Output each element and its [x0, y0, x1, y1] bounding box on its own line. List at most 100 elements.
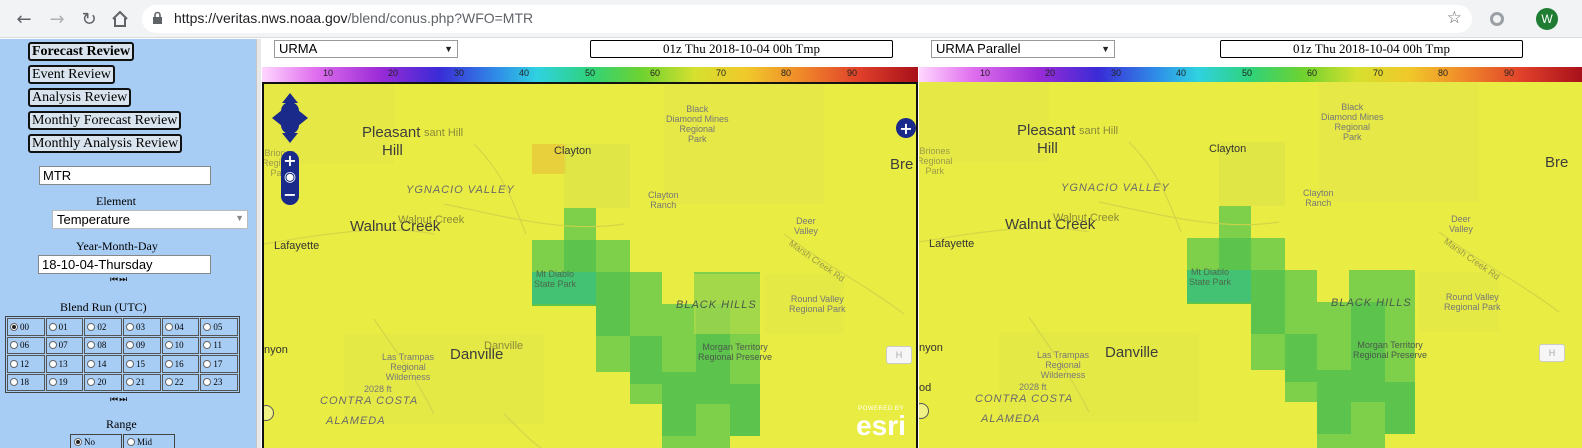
zoom-in-icon[interactable]: + — [281, 151, 299, 170]
pan-control[interactable] — [272, 93, 308, 143]
blend-run-option[interactable]: 13 — [45, 355, 84, 373]
radio-icon — [48, 359, 57, 368]
pan-arrows-icon — [272, 93, 308, 143]
map-label-black-diamond: Black Diamond Mines Regional Park — [666, 104, 729, 144]
colorbar-tick: 60 — [649, 68, 661, 78]
blend-run-option[interactable]: 03 — [123, 318, 161, 336]
map-label-walnut-creek-faint: Walnut Creek — [398, 214, 465, 226]
right-map[interactable]: Pleasant Hill sant Hill Clayton YGNACIO … — [919, 82, 1582, 448]
run-step-arrows-icon[interactable]: ⏮⏭ — [110, 395, 128, 405]
blend-run-option[interactable]: 02 — [84, 318, 122, 336]
layer-switcher-icon[interactable]: + — [896, 118, 916, 138]
map-label-las-trampas: Las Trampas Regional Wilderness — [382, 352, 435, 382]
extension-icon[interactable] — [1490, 12, 1504, 26]
blend-run-label: 04 — [174, 321, 184, 332]
left-map[interactable]: Pleasant Hill sant Hill Clayton YGNACIO … — [262, 82, 918, 448]
map-label-canyon: nyon — [264, 344, 288, 356]
map-label-od: od — [919, 382, 932, 394]
blend-run-option[interactable]: 07 — [45, 336, 84, 354]
blend-run-option[interactable]: 01 — [45, 318, 84, 336]
map-label-clayton-ranch: Clayton Ranch — [648, 190, 679, 210]
map-label-clayton: Clayton — [1209, 143, 1247, 155]
date-step-arrows-icon[interactable]: ⏮⏭ — [110, 275, 128, 285]
right-model-select[interactable]: URMA Parallel ▼ — [931, 40, 1115, 58]
radio-icon — [126, 378, 134, 387]
colorbar-tick: 10 — [322, 68, 334, 78]
left-model-value: URMA — [279, 41, 318, 56]
blend-run-label: 03 — [136, 321, 145, 332]
history-button[interactable]: H — [1539, 344, 1565, 362]
map-label-contra-costa: CONTRA COSTA — [975, 393, 1074, 405]
blend-run-option[interactable]: 14 — [84, 355, 122, 373]
bookmark-star-icon[interactable]: ☆ — [1447, 8, 1462, 28]
blend-run-option[interactable]: 21 — [123, 373, 161, 391]
event-review-button[interactable]: Event Review — [28, 65, 115, 84]
blend-run-option[interactable]: 22 — [161, 373, 200, 391]
range-option-no[interactable]: No — [70, 434, 122, 448]
blend-run-option[interactable]: 17 — [200, 355, 238, 373]
blend-run-label: 11 — [213, 340, 222, 351]
left-model-select[interactable]: URMA ▼ — [274, 40, 458, 58]
blend-run-option[interactable]: 08 — [84, 336, 122, 354]
radio-icon — [10, 322, 18, 331]
blend-run-label: 22 — [174, 377, 184, 388]
right-valid-time: 01z Thu 2018-10-04 00h Tmp — [1220, 40, 1523, 58]
blend-run-label: 23 — [213, 377, 223, 388]
range-option-mid[interactable]: Mid — [123, 434, 175, 448]
zoom-out-icon[interactable]: − — [281, 185, 299, 204]
address-bar[interactable]: https://veritas.nws.noaa.gov/blend/conus… — [142, 5, 1472, 33]
forecast-review-button[interactable]: Forecast Review — [28, 42, 135, 61]
map-label-ygnacio-valley: YGNACIO VALLEY — [1061, 182, 1170, 194]
radio-icon — [203, 378, 212, 387]
blend-run-option[interactable]: 10 — [161, 336, 200, 354]
blend-run-option[interactable]: 23 — [200, 373, 238, 391]
map-label-hill: Hill — [382, 142, 403, 159]
reload-icon[interactable]: ↻ — [77, 7, 101, 31]
profile-avatar[interactable]: W — [1536, 8, 1558, 30]
blend-run-option[interactable]: 11 — [200, 336, 238, 354]
blend-run-option[interactable]: 15 — [123, 355, 161, 373]
map-label-black-hills: BLACK HILLS — [1331, 297, 1412, 309]
globe-icon[interactable]: ◉ — [281, 169, 299, 185]
analysis-review-button[interactable]: Analysis Review — [28, 88, 132, 107]
forward-arrow-icon[interactable]: → — [45, 7, 69, 31]
blend-run-option[interactable]: 09 — [123, 336, 161, 354]
element-select[interactable]: Temperature ▼ — [52, 210, 248, 229]
date-input[interactable]: 18-10-04-Thursday — [38, 255, 211, 274]
blend-run-option[interactable]: 16 — [161, 355, 200, 373]
map-label-morgan-territory: Morgan Territory Regional Preserve — [1353, 340, 1428, 360]
map-label-alameda: ALAMEDA — [326, 415, 386, 427]
blend-run-option[interactable]: 20 — [84, 373, 122, 391]
chevron-down-icon: ▼ — [444, 44, 453, 54]
map-label-clayton-ranch: Clayton Ranch — [1303, 188, 1334, 208]
blend-run-label: 19 — [58, 377, 68, 388]
esri-logo: POWERED BY esri — [856, 406, 906, 441]
map-label-canyon: nyon — [919, 342, 943, 354]
home-icon[interactable] — [108, 7, 132, 31]
blend-run-label: 00 — [20, 321, 29, 332]
blend-run-option[interactable]: 18 — [7, 373, 45, 391]
colorbar-tick: 30 — [453, 68, 465, 78]
colorbar-tick: 20 — [1044, 68, 1056, 78]
blend-run-option[interactable]: 05 — [200, 318, 238, 336]
monthly-forecast-review-button[interactable]: Monthly Forecast Review — [28, 111, 182, 130]
blend-run-option[interactable]: 00 — [7, 318, 45, 336]
radio-icon — [10, 378, 18, 387]
blend-run-option[interactable]: 06 — [7, 336, 45, 354]
wfo-input[interactable]: MTR — [39, 166, 211, 185]
blend-run-label: 18 — [20, 377, 29, 388]
blend-run-option[interactable]: 19 — [45, 373, 84, 391]
monthly-analysis-review-button[interactable]: Monthly Analysis Review — [28, 134, 183, 153]
colorbar-tick: 50 — [1241, 68, 1253, 78]
back-arrow-icon[interactable]: ← — [12, 7, 36, 31]
blend-run-option[interactable]: 12 — [7, 355, 45, 373]
history-button[interactable]: H — [886, 346, 912, 364]
colorbar-tick: 70 — [1372, 68, 1384, 78]
colorbar-tick: 80 — [780, 68, 792, 78]
blend-run-option[interactable]: 04 — [161, 318, 200, 336]
map-label-bre: Bre — [1545, 154, 1569, 171]
blend-run-label: Blend Run (UTC) — [60, 300, 147, 314]
date-label: Year-Month-Day — [76, 239, 158, 253]
panel-divider[interactable] — [256, 39, 261, 448]
map-label-pleasant: Pleasant — [362, 124, 421, 141]
